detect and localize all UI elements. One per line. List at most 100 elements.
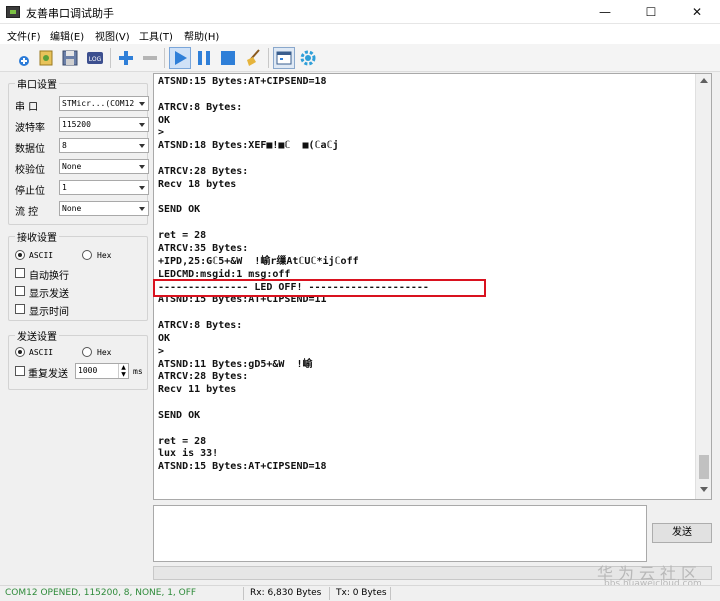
- repeat-send-label: 重复发送: [28, 369, 68, 380]
- svg-text:LOG: LOG: [89, 56, 102, 63]
- receive-line: [158, 192, 693, 205]
- receive-line: ATRCV:28 Bytes:: [158, 165, 249, 177]
- receive-line: +IPD,25:Gℂ5+&W !崳r缫AtℂUℂ*ijℂoff: [158, 255, 359, 267]
- highlight-annotation: [153, 279, 486, 297]
- settings-gear-icon[interactable]: [297, 47, 319, 69]
- log-icon[interactable]: LOG: [84, 47, 106, 69]
- baud-row: 波特率 115200: [15, 117, 149, 134]
- stop-icon[interactable]: [217, 47, 239, 69]
- menu-file[interactable]: 文件(F): [7, 28, 41, 43]
- send-hex-label: Hex: [97, 348, 112, 357]
- send-settings-group: 发送设置 ASCII Hex 重复发送 1000 ▲ ▼ ms: [8, 328, 148, 390]
- flow-label: 流 控: [15, 207, 39, 218]
- show-send-label: 显示发送: [29, 289, 69, 300]
- baud-select[interactable]: 115200: [59, 117, 149, 132]
- new-icon[interactable]: [13, 47, 35, 69]
- flow-select[interactable]: None: [59, 201, 149, 216]
- send-textarea[interactable]: [153, 505, 647, 562]
- show-send-checkbox[interactable]: [15, 286, 25, 296]
- receive-line: lux is 33!: [158, 448, 219, 460]
- show-time-checkbox[interactable]: [15, 304, 25, 314]
- receive-line: ATSND:18 Bytes:XEF■!■ℂ ■(ℂaℂj: [158, 140, 339, 152]
- scroll-thumb[interactable]: [699, 455, 709, 479]
- open-icon[interactable]: [35, 47, 57, 69]
- scroll-down-icon[interactable]: [700, 487, 708, 492]
- window-layout-icon[interactable]: [273, 47, 295, 69]
- show-time-label: 显示时间: [29, 307, 69, 318]
- interval-unit: ms: [133, 367, 143, 376]
- receive-line: OK: [158, 114, 171, 126]
- receive-line: [158, 217, 693, 230]
- port-select[interactable]: STMicr...(COM12: [59, 96, 149, 111]
- menu-tools[interactable]: 工具(T): [139, 28, 173, 43]
- scroll-up-icon[interactable]: [700, 78, 708, 83]
- interval-value: 1000: [78, 366, 98, 375]
- maximize-button[interactable]: ☐: [628, 0, 674, 24]
- menu-help[interactable]: 帮助(H): [184, 28, 219, 43]
- send-hex-radio[interactable]: [82, 347, 92, 357]
- title-bar: 友善串口调试助手 — ☐ ✕: [0, 0, 720, 24]
- menu-bar: 文件(F) 编辑(E) 视图(V) 工具(T) 帮助(H): [0, 24, 720, 44]
- send-settings-title: 发送设置: [15, 328, 59, 343]
- receive-settings-title: 接收设置: [15, 229, 59, 244]
- auto-wrap-checkbox[interactable]: [15, 268, 25, 278]
- databits-label: 数据位: [15, 144, 45, 155]
- toolbar: LOG: [0, 44, 720, 72]
- receive-settings-group: 接收设置 ASCII Hex 自动换行 显示发送 显示时间: [8, 229, 148, 321]
- port-status: COM12 OPENED, 115200, 8, NONE, 1, OFF: [5, 588, 197, 598]
- receive-line: ATRCV:8 Bytes:: [158, 101, 243, 113]
- chevron-down-icon: [139, 165, 145, 169]
- repeat-send-checkbox[interactable]: [15, 366, 25, 376]
- receive-line: [158, 307, 693, 320]
- receive-line: ATRCV:35 Bytes:: [158, 242, 249, 254]
- send-ascii-radio[interactable]: [15, 347, 25, 357]
- flow-row: 流 控 None: [15, 201, 149, 218]
- receive-ascii-radio[interactable]: [15, 250, 25, 260]
- auto-wrap-label: 自动换行: [29, 271, 69, 282]
- parity-label: 校验位: [15, 165, 45, 176]
- play-icon[interactable]: [169, 47, 191, 69]
- add-icon[interactable]: [115, 47, 137, 69]
- receive-line: ATSND:15 Bytes:AT+CIPSEND=18: [158, 461, 327, 473]
- receive-line: Recv 18 bytes: [158, 178, 237, 190]
- parity-select[interactable]: None: [59, 159, 149, 174]
- minimize-button[interactable]: —: [582, 0, 628, 24]
- chevron-down-icon: [139, 186, 145, 190]
- vertical-scrollbar[interactable]: [695, 74, 711, 499]
- receive-hex-label: Hex: [97, 251, 112, 260]
- port-label: 串 口: [15, 102, 39, 113]
- serial-settings-title: 串口设置: [15, 76, 59, 91]
- baud-label: 波特率: [15, 123, 45, 134]
- receive-line: ATRCV:28 Bytes:: [158, 371, 249, 383]
- menu-view[interactable]: 视图(V): [95, 28, 130, 43]
- tx-count: Tx: 0 Bytes: [336, 588, 387, 598]
- remove-icon[interactable]: [139, 47, 161, 69]
- window-title: 友善串口调试助手: [26, 7, 114, 20]
- receive-line: ATRCV:8 Bytes:: [158, 320, 243, 332]
- menu-edit[interactable]: 编辑(E): [50, 28, 84, 43]
- receive-hex-radio[interactable]: [82, 250, 92, 260]
- parity-row: 校验位 None: [15, 159, 149, 176]
- pause-icon[interactable]: [193, 47, 215, 69]
- chevron-down-icon: [139, 123, 145, 127]
- receive-line: >: [158, 127, 165, 139]
- receive-line: SEND OK: [158, 204, 201, 216]
- send-button[interactable]: 发送: [652, 523, 712, 543]
- interval-spinbox[interactable]: 1000 ▲ ▼: [75, 363, 129, 379]
- port-row: 串 口 STMicr...(COM12: [15, 96, 149, 113]
- save-icon[interactable]: [59, 47, 81, 69]
- receive-lines: ATSND:15 Bytes:AT+CIPSEND=18 ATRCV:8 Byt…: [158, 76, 693, 474]
- spin-arrows-icon[interactable]: ▲ ▼: [118, 364, 128, 378]
- receive-line: ATSND:15 Bytes:AT+CIPSEND=18: [158, 76, 327, 87]
- stopbits-select[interactable]: 1: [59, 180, 149, 195]
- receive-line: [158, 153, 693, 166]
- databits-select[interactable]: 8: [59, 138, 149, 153]
- clear-broom-icon[interactable]: [242, 47, 264, 69]
- chevron-down-icon: [139, 144, 145, 148]
- rx-count: Rx: 6,830 Bytes: [250, 588, 322, 598]
- close-button[interactable]: ✕: [674, 0, 720, 24]
- receive-line: ATSND:11 Bytes:gD5+&W !崳: [158, 358, 313, 370]
- receive-line: >: [158, 345, 165, 357]
- receive-line: [158, 397, 693, 410]
- left-panel: 串口设置 串 口 STMicr...(COM12 波特率 115200 数据位 …: [0, 73, 150, 583]
